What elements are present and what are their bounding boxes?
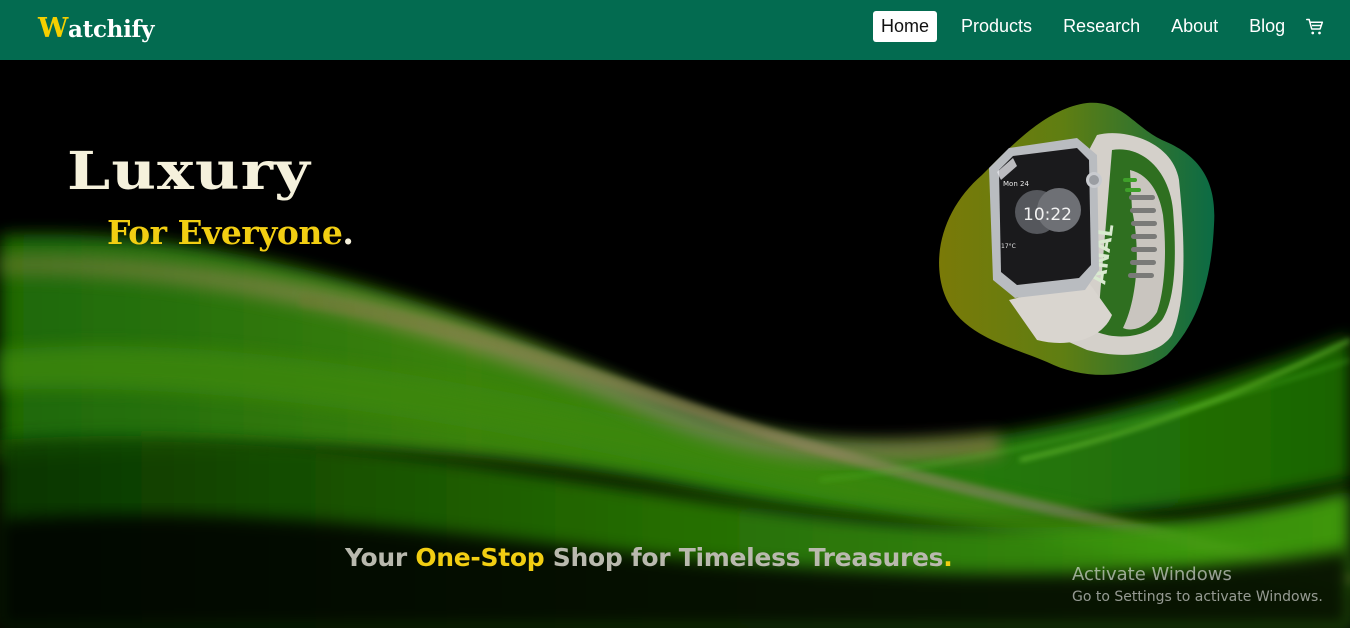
hero-section: Luxury For Everyone. ANAL Mon 24 10:22 1…: [0, 60, 1350, 628]
tagline-part2: Shop for Timeless Treasures: [544, 543, 944, 572]
hero-subtitle-dot: .: [342, 213, 354, 252]
logo-initial: W: [38, 13, 69, 44]
smartwatch-product-image: ANAL Mon 24 10:22 17°C: [939, 102, 1215, 375]
nav-products-link[interactable]: Products: [953, 11, 1040, 42]
nav-about-link[interactable]: About: [1163, 11, 1226, 42]
logo[interactable]: Watchify: [38, 14, 154, 45]
nav-home-link[interactable]: Home: [873, 11, 938, 42]
hero-subtitle-text: For Everyone: [107, 213, 343, 252]
activation-title: Activate Windows: [1072, 564, 1232, 585]
nav-research-link[interactable]: Research: [1055, 11, 1148, 42]
windows-activation-watermark: Activate Windows Go to Settings to activ…: [1072, 563, 1323, 607]
tagline-highlight: One-Stop: [415, 543, 545, 572]
navbar: Watchify Home Products Research About Bl…: [0, 0, 1350, 60]
tagline-dot: .: [943, 543, 953, 572]
hero-subtitle: For Everyone.: [107, 213, 354, 253]
hero-tagline: Your One-Stop Shop for Timeless Treasure…: [345, 543, 953, 573]
logo-text: atchify: [68, 16, 155, 43]
watch-temp-text: 17°C: [1001, 243, 1016, 250]
nav-blog-link[interactable]: Blog: [1241, 11, 1293, 42]
shopping-cart-icon[interactable]: [1306, 18, 1324, 36]
activation-subtitle: Go to Settings to activate Windows.: [1072, 589, 1323, 605]
hero-title: Luxury: [67, 141, 312, 202]
nav-links: Home Products Research About Blog: [873, 11, 1308, 42]
watch-time-text: 10:22: [1023, 205, 1072, 225]
tagline-part1: Your: [345, 543, 416, 572]
watch-date-text: Mon 24: [1003, 180, 1029, 188]
